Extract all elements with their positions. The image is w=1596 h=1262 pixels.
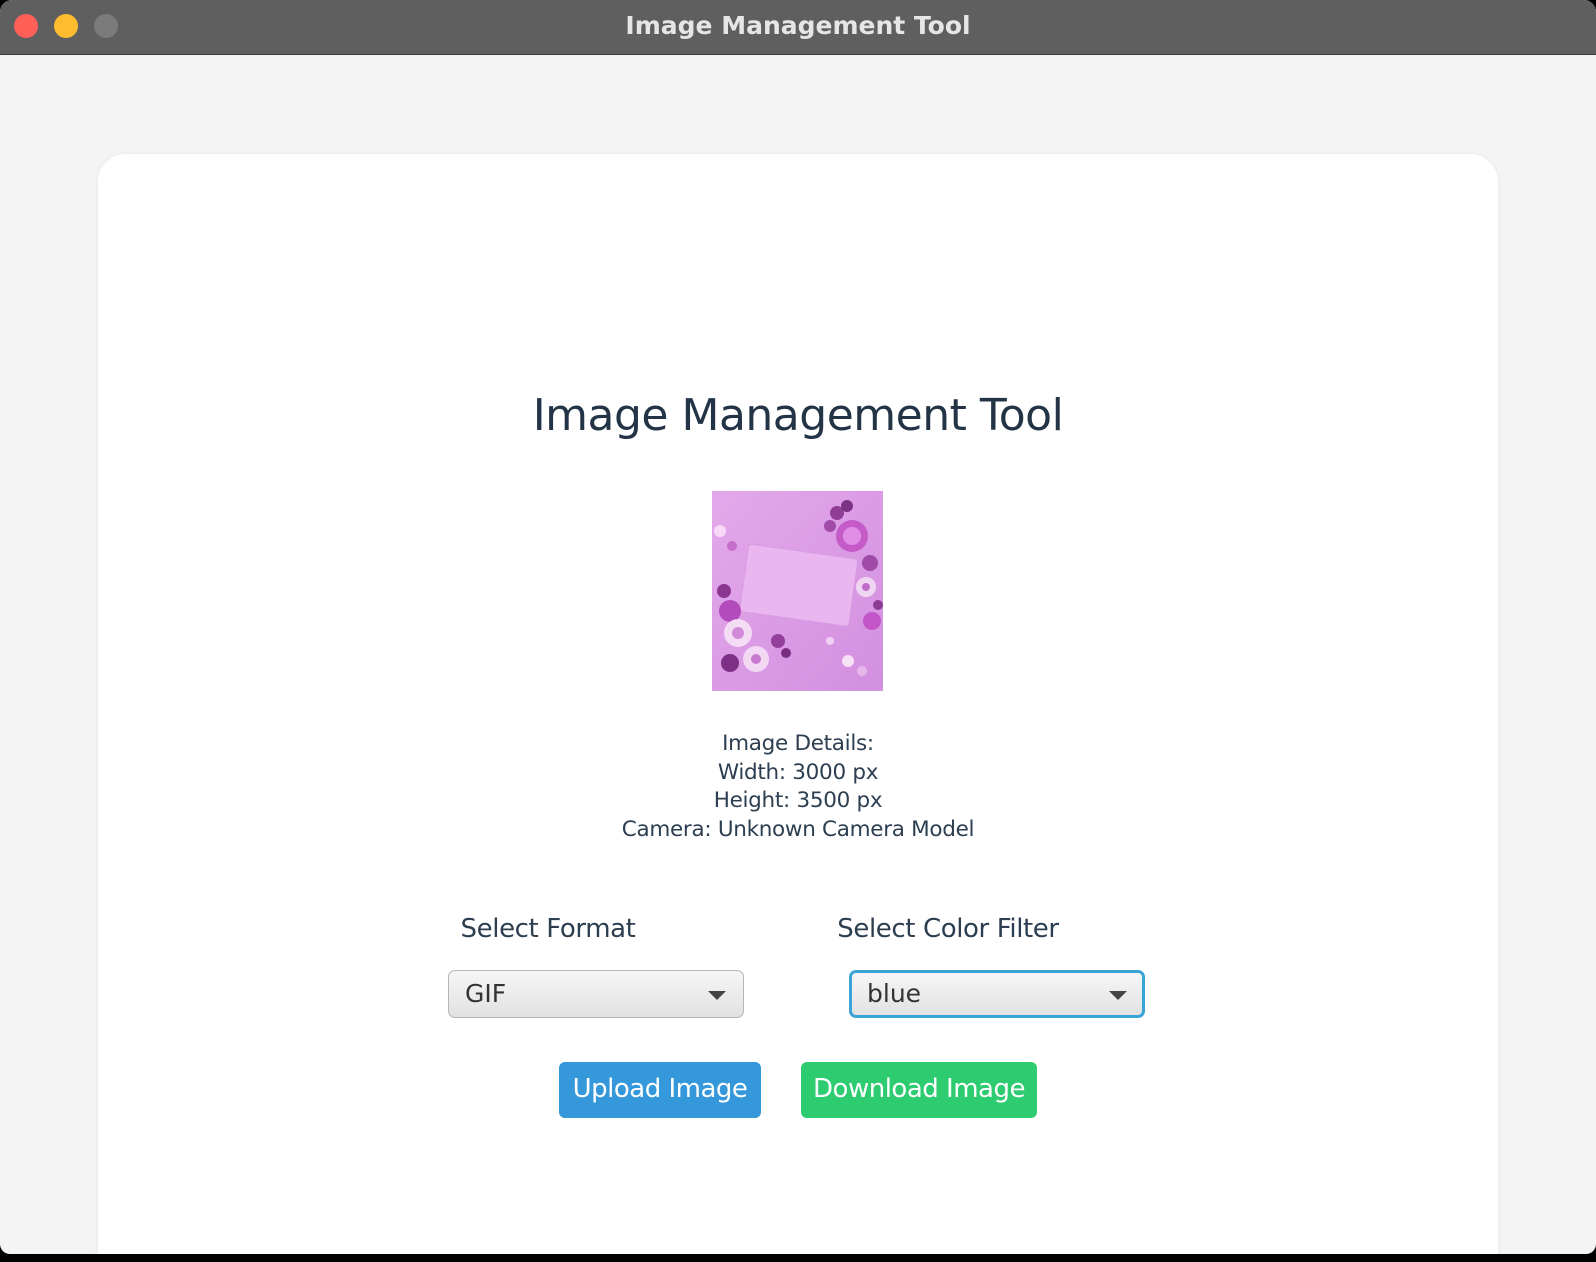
details-camera: Camera: Unknown Camera Model	[621, 816, 975, 842]
title-bar[interactable]: Image Management Tool	[0, 0, 1596, 55]
image-preview	[712, 491, 883, 691]
color-filter-label: Select Color Filter	[837, 914, 1059, 944]
color-filter-dropdown-value: blue	[867, 979, 922, 1008]
format-dropdown-value: GIF	[465, 979, 507, 1008]
main-card: Image Management Tool Image Details: Wid…	[98, 154, 1498, 1254]
color-filter-dropdown[interactable]: blue	[849, 970, 1145, 1018]
image-details: Image Details: Width: 3000 px Height: 35…	[98, 730, 1498, 844]
format-label: Select Format	[460, 914, 636, 944]
download-image-button[interactable]: Download Image	[801, 1062, 1037, 1118]
details-height: Height: 3500 px	[713, 788, 883, 813]
chevron-down-icon	[1109, 991, 1127, 1000]
details-header: Image Details:	[722, 731, 874, 756]
details-width: Width: 3000 px	[717, 759, 879, 785]
window-title: Image Management Tool	[625, 11, 971, 40]
chevron-down-icon	[708, 991, 726, 1000]
format-dropdown[interactable]: GIF	[448, 970, 744, 1018]
upload-image-button[interactable]: Upload Image	[559, 1062, 761, 1118]
page-title: Image Management Tool	[532, 390, 1064, 441]
app-window: Image Management Tool Image Management T…	[0, 0, 1596, 1254]
